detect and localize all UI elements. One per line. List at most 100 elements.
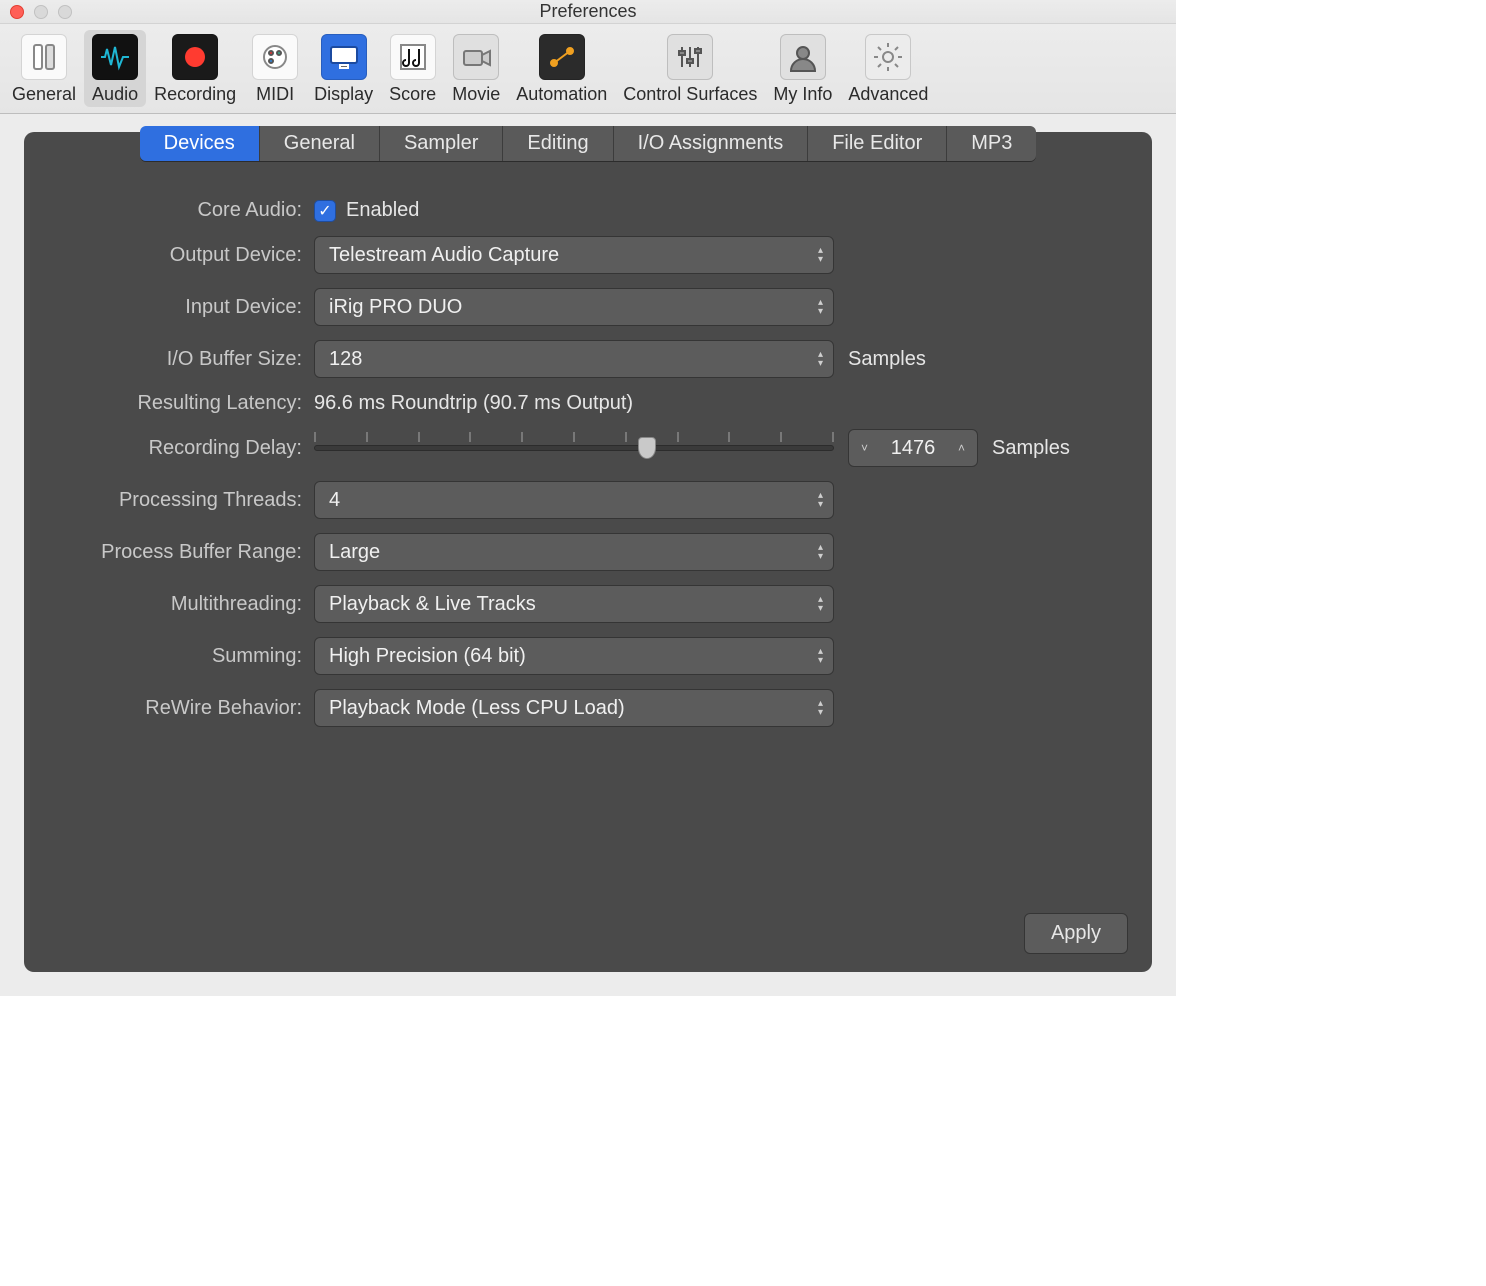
- core-audio-enabled-text: Enabled: [346, 199, 419, 222]
- input-device-select[interactable]: iRig PRO DUO ▴▾: [314, 288, 834, 326]
- switch-icon: [21, 34, 67, 80]
- processing-threads-value: 4: [329, 489, 340, 512]
- row-core-audio: Core Audio: ✓ Enabled: [54, 199, 1122, 222]
- rewire-label: ReWire Behavior:: [54, 697, 314, 720]
- window-title: Preferences: [0, 1, 1176, 22]
- chevrons-icon: ▴▾: [818, 596, 823, 613]
- recording-delay-stepper[interactable]: ˅ 1476 ˄: [848, 429, 978, 467]
- toolbar-tab-control[interactable]: Control Surfaces: [615, 30, 765, 107]
- chevrons-icon: ▴▾: [818, 700, 823, 717]
- chevrons-icon: ▴▾: [818, 351, 823, 368]
- toolbar-label: Score: [389, 84, 436, 105]
- input-device-label: Input Device:: [54, 296, 314, 319]
- row-rewire: ReWire Behavior: Playback Mode (Less CPU…: [54, 689, 1122, 727]
- recording-delay-value: 1476: [891, 437, 936, 460]
- summing-label: Summing:: [54, 645, 314, 668]
- io-buffer-label: I/O Buffer Size:: [54, 348, 314, 371]
- palette-icon: [252, 34, 298, 80]
- subtab-general[interactable]: General: [260, 126, 380, 161]
- waveform-icon: [92, 34, 138, 80]
- toolbar-tab-midi[interactable]: MIDI: [244, 30, 306, 107]
- toolbar-tab-movie[interactable]: Movie: [444, 30, 508, 107]
- io-buffer-unit: Samples: [848, 348, 926, 371]
- stepper-down-icon[interactable]: ˅: [857, 441, 872, 455]
- toolbar: General Audio Recording MIDI Display Score Mov…: [0, 24, 1176, 114]
- rec-icon: [172, 34, 218, 80]
- row-io-buffer: I/O Buffer Size: 128 ▴▾ Samples: [54, 340, 1122, 378]
- row-input-device: Input Device: iRig PRO DUO ▴▾: [54, 288, 1122, 326]
- output-device-value: Telestream Audio Capture: [329, 244, 559, 267]
- toolbar-tab-recording[interactable]: Recording: [146, 30, 244, 107]
- toolbar-label: Recording: [154, 84, 236, 105]
- rewire-select[interactable]: Playback Mode (Less CPU Load) ▴▾: [314, 689, 834, 727]
- recording-delay-unit: Samples: [992, 437, 1070, 460]
- chevrons-icon: ▴▾: [818, 648, 823, 665]
- subtab-file-editor[interactable]: File Editor: [808, 126, 947, 161]
- toolbar-label: My Info: [773, 84, 832, 105]
- toolbar-label: Display: [314, 84, 373, 105]
- toolbar-tab-myinfo[interactable]: My Info: [765, 30, 840, 107]
- subtab-mp3[interactable]: MP3: [947, 126, 1036, 161]
- titlebar: Preferences: [0, 0, 1176, 24]
- slider-ticks: [314, 432, 834, 442]
- toolbar-tab-audio[interactable]: Audio: [84, 30, 146, 107]
- row-process-buffer-range: Process Buffer Range: Large ▴▾: [54, 533, 1122, 571]
- apply-button[interactable]: Apply: [1024, 913, 1128, 954]
- toolbar-tab-display[interactable]: Display: [306, 30, 381, 107]
- core-audio-label: Core Audio:: [54, 199, 314, 222]
- row-latency: Resulting Latency: 96.6 ms Roundtrip (90…: [54, 392, 1122, 415]
- devices-form: Core Audio: ✓ Enabled Output Device: Tel…: [24, 163, 1152, 751]
- process-buffer-range-select[interactable]: Large ▴▾: [314, 533, 834, 571]
- io-buffer-value: 128: [329, 348, 362, 371]
- toolbar-label: Movie: [452, 84, 500, 105]
- toolbar-tab-score[interactable]: Score: [381, 30, 444, 107]
- summing-value: High Precision (64 bit): [329, 645, 526, 668]
- toolbar-tab-automation[interactable]: Automation: [508, 30, 615, 107]
- processing-threads-label: Processing Threads:: [54, 489, 314, 512]
- preferences-window: Preferences General Audio Recording MIDI Dis…: [0, 0, 1176, 996]
- process-buffer-range-label: Process Buffer Range:: [54, 541, 314, 564]
- io-buffer-select[interactable]: 128 ▴▾: [314, 340, 834, 378]
- gear-icon: [865, 34, 911, 80]
- core-audio-checkbox[interactable]: ✓: [314, 200, 336, 222]
- latency-value: 96.6 ms Roundtrip (90.7 ms Output): [314, 392, 633, 415]
- row-recording-delay: Recording Delay: ˅ 1476 ˄ Sa: [54, 429, 1122, 467]
- row-processing-threads: Processing Threads: 4 ▴▾: [54, 481, 1122, 519]
- stepper-up-icon[interactable]: ˄: [954, 441, 969, 455]
- recording-delay-slider[interactable]: [314, 434, 834, 462]
- subtab-bar: DevicesGeneralSamplerEditingI/O Assignme…: [24, 130, 1152, 161]
- automation-icon: [539, 34, 585, 80]
- slider-thumb[interactable]: [638, 437, 656, 459]
- chevrons-icon: ▴▾: [818, 492, 823, 509]
- toolbar-label: General: [12, 84, 76, 105]
- rewire-value: Playback Mode (Less CPU Load): [329, 697, 625, 720]
- subtab-sampler[interactable]: Sampler: [380, 126, 503, 161]
- chevrons-icon: ▴▾: [818, 299, 823, 316]
- panel-area: DevicesGeneralSamplerEditingI/O Assignme…: [0, 114, 1176, 996]
- sliders-icon: [667, 34, 713, 80]
- subtab-devices[interactable]: Devices: [140, 126, 260, 161]
- toolbar-tab-advanced[interactable]: Advanced: [840, 30, 936, 107]
- slider-track: [314, 445, 834, 451]
- multithreading-select[interactable]: Playback & Live Tracks ▴▾: [314, 585, 834, 623]
- chevrons-icon: ▴▾: [818, 544, 823, 561]
- camera-icon: [453, 34, 499, 80]
- monitor-icon: [321, 34, 367, 80]
- toolbar-label: Control Surfaces: [623, 84, 757, 105]
- multithreading-value: Playback & Live Tracks: [329, 593, 536, 616]
- toolbar-tab-general[interactable]: General: [4, 30, 84, 107]
- multithreading-label: Multithreading:: [54, 593, 314, 616]
- recording-delay-label: Recording Delay:: [54, 437, 314, 460]
- output-device-select[interactable]: Telestream Audio Capture ▴▾: [314, 236, 834, 274]
- checkmark-icon: ✓: [318, 201, 331, 221]
- toolbar-label: MIDI: [256, 84, 294, 105]
- toolbar-label: Advanced: [848, 84, 928, 105]
- output-device-label: Output Device:: [54, 244, 314, 267]
- toolbar-label: Automation: [516, 84, 607, 105]
- subtab-editing[interactable]: Editing: [503, 126, 613, 161]
- row-output-device: Output Device: Telestream Audio Capture …: [54, 236, 1122, 274]
- processing-threads-select[interactable]: 4 ▴▾: [314, 481, 834, 519]
- subtab-i-o-assignments[interactable]: I/O Assignments: [614, 126, 809, 161]
- summing-select[interactable]: High Precision (64 bit) ▴▾: [314, 637, 834, 675]
- row-summing: Summing: High Precision (64 bit) ▴▾: [54, 637, 1122, 675]
